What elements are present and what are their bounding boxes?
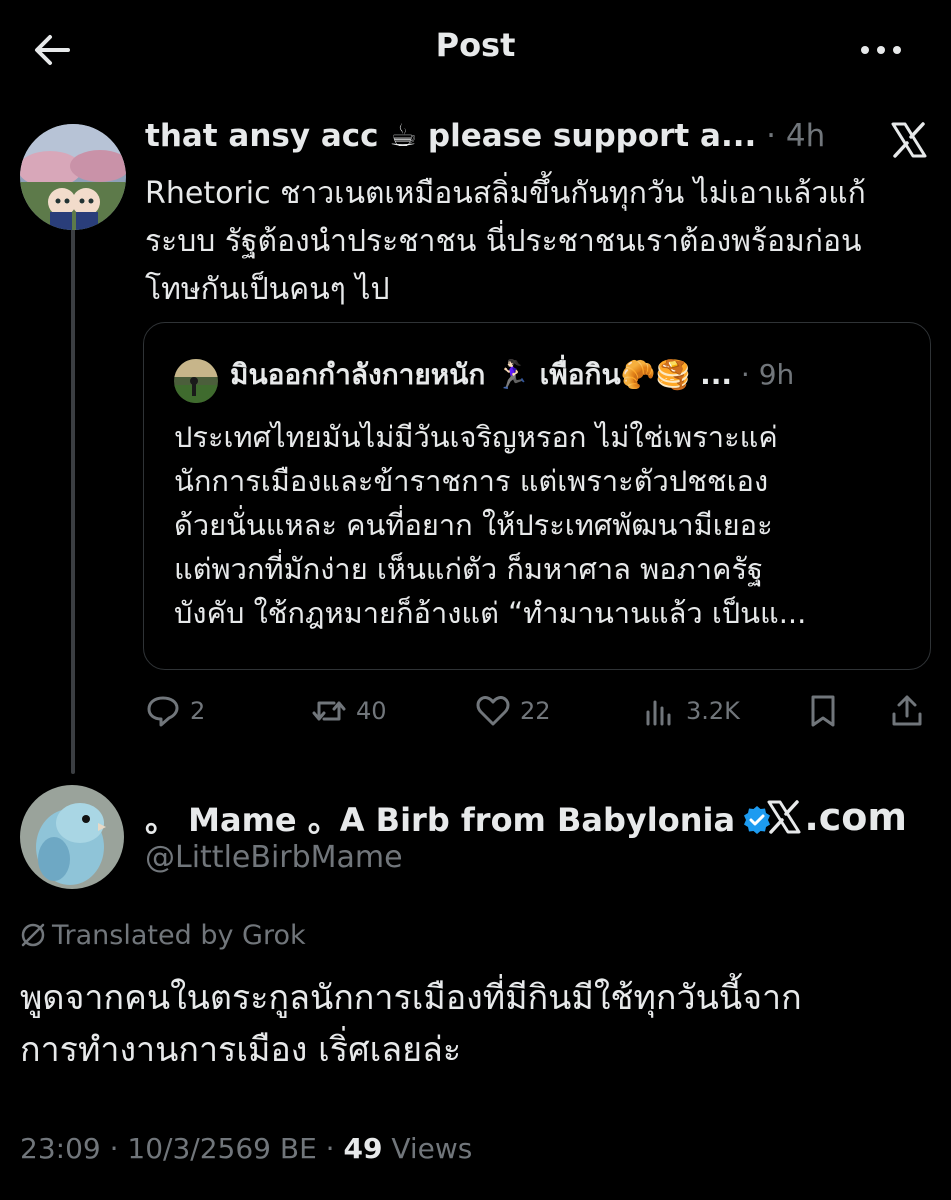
analytics-icon [646,700,671,726]
avatar-image [20,124,126,230]
author-name[interactable]: that ansy acc ☕ please support a... [145,118,756,154]
quote-text-line: ด้วยนั่นแหละ คนที่อยาก ให้ประเทศพัฒนามีเ… [174,508,773,542]
like-button[interactable]: 22 [474,688,551,734]
reply-count: 2 [190,697,206,725]
quote-post-time: 9h [758,358,795,391]
views-count: 49 [343,1132,383,1165]
quote-text-line: นักการเมืองและข้าราชการ แต่เพราะตัวปชชเอ… [174,464,769,498]
user-handle[interactable]: @LittleBirbMame [145,840,403,875]
main-tweet-text: พูดจากคนในตระกูลนักการเมืองที่มีกินมีใช้… [20,972,930,1076]
tweet-text-line: โทษกันเป็นคนๆ ไป [145,272,390,307]
avatar[interactable] [20,785,124,889]
share-icon [892,695,922,726]
avatar[interactable] [20,124,126,230]
reply-button[interactable]: 2 [144,688,205,734]
quote-text: ประเทศไทยมันไม่มีวันเจริญหรอก ไม่ใช่เพรา… [174,415,914,635]
translated-label: Translated by Grok [52,920,306,951]
quote-text-line: แต่พวกที่มักง่าย เห็นแก่ตัว ก็มหาศาล พอภ… [174,552,764,586]
repost-icon [312,701,346,721]
quote-text-line: บังคับ ใช้กฎหมายก็อ้างแต่ “ทำมานานแล้ว เ… [174,596,807,630]
thread-connector-line [71,214,75,774]
x-com-watermark: .com [766,795,907,839]
more-horizontal-icon [861,46,901,54]
views-button[interactable]: 3.2K [640,688,740,734]
heart-icon [476,696,510,726]
tweet-text: Rhetoric ชาวเนตเหมือนสลิ่มขึ้นกันทุกวัน … [145,170,935,314]
reply-icon [147,696,179,727]
tweet-text-line: Rhetoric ชาวเนตเหมือนสลิ่มขึ้นกันทุกวัน … [145,176,866,211]
like-count: 22 [520,697,551,725]
x-com-text: .com [804,795,907,839]
quote-header: มินออกกำลังกายหนัก 🏃🏻‍♀️ เพื่อกิน🥐🥞 ... … [230,353,920,397]
display-name[interactable]: 。 Mame 。A Birb from Babylonia [145,795,773,841]
avatar-image [20,785,124,889]
quoted-tweet-card[interactable]: มินออกกำลังกายหนัก 🏃🏻‍♀️ เพื่อกิน🥐🥞 ... … [143,322,931,670]
tweet-text-line: การทำงานการเมือง เริ่ศเลยล่ะ [20,1030,462,1070]
repost-button[interactable]: 40 [310,688,387,734]
display-name-text: 。 Mame 。A Birb from Babylonia [145,801,736,839]
top-bar: Post [0,0,951,96]
more-options-button[interactable] [857,30,905,70]
bookmark-icon [811,695,835,727]
share-button[interactable] [888,688,926,734]
tweet-text-line: ระบบ รัฐต้องนำประชาชน นี่ประชาชนเราต้องพ… [145,224,862,259]
separator-dot: · [732,358,759,391]
grok-icon [21,923,45,947]
separator-dot: · [756,118,786,154]
timestamp[interactable]: 23:09 · 10/3/2569 BE · [20,1132,343,1165]
page-title: Post [435,26,516,64]
translation-notice[interactable]: Translated by Grok [20,920,306,951]
timestamp-row: 23:09 · 10/3/2569 BE · 49 Views [20,1132,472,1165]
repost-count: 40 [356,697,387,725]
tweet-text-line: พูดจากคนในตระกูลนักการเมืองที่มีกินมีใช้… [20,978,802,1018]
quote-text-line: ประเทศไทยมันไม่มีวันเจริญหรอก ไม่ใช่เพรา… [174,420,778,454]
quote-avatar [174,359,218,403]
quote-author-name: มินออกกำลังกายหนัก 🏃🏻‍♀️ เพื่อกิน🥐🥞 ... [230,358,733,391]
action-bar: 2 40 22 3.2K [140,688,930,734]
views-count-small: 3.2K [686,697,740,725]
x-logo-icon [767,800,801,834]
post-time[interactable]: 4h [786,118,825,154]
views-label: Views [382,1132,473,1165]
x-logo-icon [889,120,929,160]
tweet-header: that ansy acc ☕ please support a... · 4h [145,118,905,166]
bookmark-button[interactable] [804,688,842,734]
